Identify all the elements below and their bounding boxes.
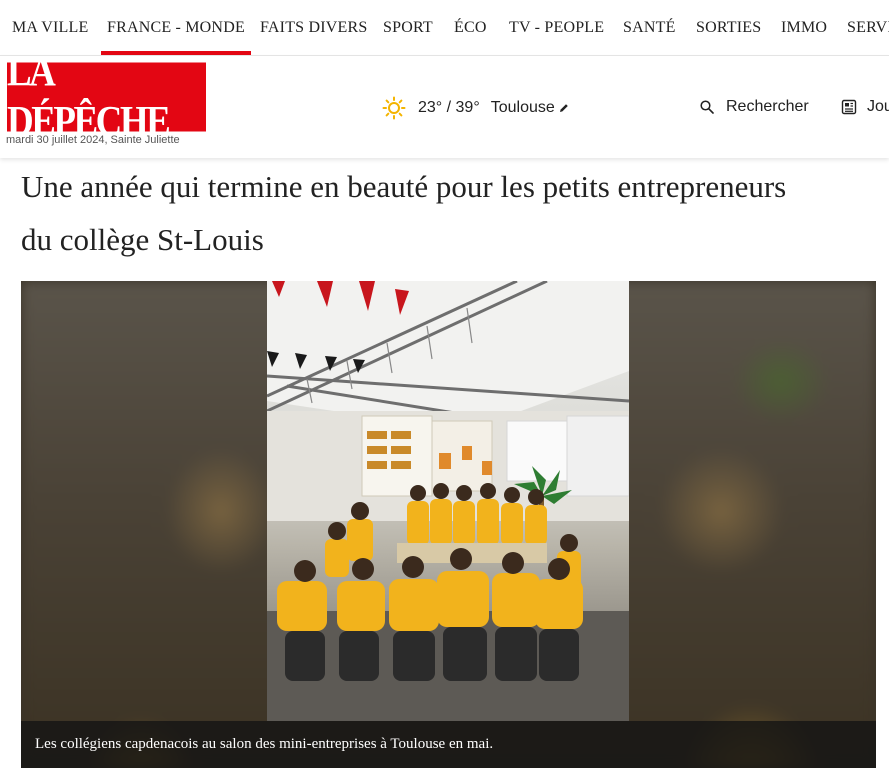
site-logo[interactable]: LA DÉPÊCHE	[7, 49, 206, 145]
search-icon	[700, 100, 714, 114]
nav-item-faits-divers[interactable]: FAITS DIVERS	[260, 0, 367, 55]
current-date: mardi 30 juillet 2024, Sainte Juliette	[6, 134, 180, 146]
weather-widget[interactable]: 23° / 39° Toulouse	[382, 96, 569, 120]
search-button[interactable]: Rechercher	[700, 98, 809, 116]
search-label: Rechercher	[726, 98, 809, 115]
nav-item-immo[interactable]: IMMO	[781, 0, 827, 55]
nav-item-sport[interactable]: SPORT	[383, 0, 433, 55]
pencil-icon[interactable]	[559, 103, 569, 113]
nav-item-services[interactable]: SERVI	[847, 0, 889, 55]
article-photo[interactable]	[267, 281, 629, 721]
nav-item-tv-people[interactable]: TV - PEOPLE	[509, 0, 604, 55]
site-header: LA DÉPÊCHE mardi 30 juillet 2024, Sainte…	[0, 49, 889, 158]
journal-button[interactable]: Jou	[841, 98, 889, 116]
nav-item-eco[interactable]: ÉCO	[454, 0, 487, 55]
newspaper-icon	[841, 99, 857, 115]
nav-item-sante[interactable]: SANTÉ	[623, 0, 676, 55]
students-at-fair-illustration	[267, 281, 629, 721]
photo-caption: Les collégiens capdenacois au salon des …	[21, 721, 876, 768]
article-headline: Une année qui termine en beauté pour les…	[21, 169, 787, 257]
sun-icon	[382, 96, 406, 120]
weather-temperature: 23° / 39°	[418, 99, 480, 116]
journal-label: Jou	[867, 98, 889, 115]
article-figure: Les collégiens capdenacois au salon des …	[21, 281, 876, 768]
weather-city[interactable]: Toulouse	[491, 99, 555, 117]
nav-item-sorties[interactable]: SORTIES	[696, 0, 761, 55]
